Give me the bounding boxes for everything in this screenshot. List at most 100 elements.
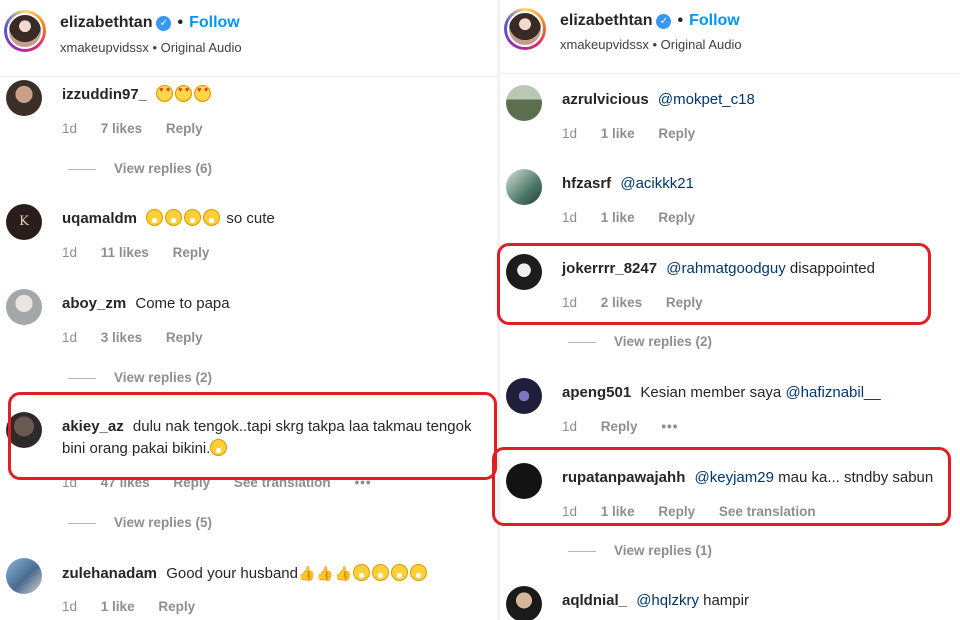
reply-button[interactable]: Reply xyxy=(666,295,703,310)
view-replies-label: View replies (6) xyxy=(114,161,213,176)
header-username[interactable]: elizabethtan xyxy=(560,12,652,29)
comment-text: akiey_az dulu nak tengok..tapi skrg takp… xyxy=(62,416,489,460)
avatar[interactable] xyxy=(506,254,542,290)
likes-count[interactable]: 1 like xyxy=(101,599,135,614)
avatar[interactable] xyxy=(506,169,542,205)
avatar[interactable] xyxy=(6,412,42,448)
follow-button[interactable]: Follow xyxy=(189,14,240,31)
comment-age: 1d xyxy=(62,245,78,260)
see-translation-button[interactable]: See translation xyxy=(234,475,331,490)
reply-button[interactable]: Reply xyxy=(158,599,195,614)
comment-text: apeng501 Kesian member saya @hafiznabil_… xyxy=(562,382,952,404)
comment-meta: 1d 1 like Reply xyxy=(62,599,215,614)
likes-count[interactable]: 11 likes xyxy=(101,245,149,260)
comment-username[interactable]: uqamaldm xyxy=(62,210,137,227)
likes-count[interactable]: 1 like xyxy=(601,210,635,225)
reply-button[interactable]: Reply xyxy=(173,475,210,490)
mention-link[interactable]: @hqlzkry xyxy=(636,592,699,609)
reply-button[interactable]: Reply xyxy=(658,210,695,225)
mention-link[interactable]: @hafiznabil__ xyxy=(785,384,880,401)
thumbs-up-emoji-icon: 👍 xyxy=(334,565,353,581)
more-options-icon[interactable]: ••• xyxy=(661,419,678,434)
view-replies-label: View replies (2) xyxy=(114,370,213,385)
comment-text: hfzasrf @acikkk21 xyxy=(562,173,952,195)
follow-button[interactable]: Follow xyxy=(689,12,740,29)
audio-subtitle[interactable]: xmakeupvidssx • Original Audio xyxy=(560,37,742,52)
comment-meta: 1d 3 likes Reply xyxy=(62,330,223,345)
view-replies-label: View replies (5) xyxy=(114,515,213,530)
comment-body: so cute xyxy=(226,210,275,227)
reply-button[interactable]: Reply xyxy=(173,245,210,260)
header-username[interactable]: elizabethtan xyxy=(60,14,152,31)
view-replies-button[interactable]: View replies (5) xyxy=(68,515,212,530)
avatar[interactable] xyxy=(6,80,42,116)
reply-button[interactable]: Reply xyxy=(601,419,638,434)
comment-body: Good your husband xyxy=(166,565,298,582)
comment-username[interactable]: hfzasrf xyxy=(562,175,611,192)
avatar[interactable] xyxy=(507,11,543,47)
comment-username[interactable]: rupatanpawajahh xyxy=(562,469,685,486)
comment-username[interactable]: jokerrrr_8247 xyxy=(562,260,657,277)
comment-text: aqldnial_ @hqlzkry hampir xyxy=(562,590,952,612)
laughing-emoji-icon xyxy=(184,209,202,226)
header-title: elizabethtan ✓ • Follow xyxy=(60,14,240,32)
divider xyxy=(68,168,96,170)
audio-subtitle[interactable]: xmakeupvidssx • Original Audio xyxy=(60,40,242,55)
avatar[interactable] xyxy=(7,13,43,49)
see-translation-button[interactable]: See translation xyxy=(719,504,816,519)
likes-count[interactable]: 1 like xyxy=(601,504,635,519)
likes-count[interactable]: 7 likes xyxy=(101,121,142,136)
comment-age: 1d xyxy=(562,295,578,310)
view-replies-button[interactable]: View replies (1) xyxy=(568,543,712,558)
likes-count[interactable]: 2 likes xyxy=(601,295,642,310)
avatar[interactable] xyxy=(506,378,542,414)
avatar[interactable] xyxy=(506,463,542,499)
post-header: elizabethtan ✓ • Follow xmakeupvidssx • Ori… xyxy=(500,0,960,74)
likes-count[interactable]: 3 likes xyxy=(101,330,142,345)
avatar[interactable]: K xyxy=(6,204,42,240)
comment-username[interactable]: aqldnial_ xyxy=(562,592,627,609)
comment-meta: 1d 11 likes Reply xyxy=(62,245,229,260)
comment-username[interactable]: zulehanadam xyxy=(62,565,157,582)
laughing-emoji-icon xyxy=(165,209,183,226)
story-ring[interactable] xyxy=(4,10,46,52)
heart-eyes-emoji-icon xyxy=(194,85,212,102)
mention-link[interactable]: @acikkk21 xyxy=(620,175,694,192)
laughing-emoji-icon xyxy=(203,209,221,226)
comment-username[interactable]: izzuddin97_ xyxy=(62,86,147,103)
comment-body: disappointed xyxy=(789,260,875,277)
laughing-emoji-icon xyxy=(372,564,390,581)
reply-button[interactable]: Reply xyxy=(658,504,695,519)
heart-eyes-emoji-icon xyxy=(175,85,193,102)
verified-badge-icon: ✓ xyxy=(156,16,172,31)
avatar[interactable] xyxy=(506,586,542,620)
likes-count[interactable]: 47 likes xyxy=(101,475,150,490)
comment-meta: 1d 47 likes Reply See translation ••• xyxy=(62,475,392,490)
reply-button[interactable]: Reply xyxy=(166,121,203,136)
thumbs-up-emoji-icon: 👍 xyxy=(297,565,316,581)
avatar[interactable] xyxy=(6,289,42,325)
mention-link[interactable]: @keyjam29 xyxy=(695,469,774,486)
comment-age: 1d xyxy=(62,475,78,490)
more-options-icon[interactable]: ••• xyxy=(354,475,371,490)
comment-username[interactable]: apeng501 xyxy=(562,384,631,401)
comment-username[interactable]: akiey_az xyxy=(62,418,124,435)
mention-link[interactable]: @rahmatgoodguy xyxy=(666,260,785,277)
comment-meta: 1d 1 like Reply xyxy=(562,126,715,141)
comment-body-line2: bini orang pakai bikini. xyxy=(62,440,211,457)
comment-body: mau ka... stndby sabun xyxy=(778,469,934,486)
likes-count[interactable]: 1 like xyxy=(601,126,635,141)
comment-username[interactable]: aboy_zm xyxy=(62,295,126,312)
avatar[interactable] xyxy=(6,558,42,594)
story-ring[interactable] xyxy=(504,8,546,50)
view-replies-button[interactable]: View replies (2) xyxy=(568,334,712,349)
reply-button[interactable]: Reply xyxy=(658,126,695,141)
avatar[interactable] xyxy=(506,85,542,121)
reply-button[interactable]: Reply xyxy=(166,330,203,345)
comment-age: 1d xyxy=(62,121,78,136)
comment-username[interactable]: azrulvicious xyxy=(562,91,649,108)
view-replies-button[interactable]: View replies (2) xyxy=(68,370,212,385)
mention-link[interactable]: @mokpet_c18 xyxy=(658,91,755,108)
dot-separator: • xyxy=(677,12,684,29)
view-replies-button[interactable]: View replies (6) xyxy=(68,161,212,176)
